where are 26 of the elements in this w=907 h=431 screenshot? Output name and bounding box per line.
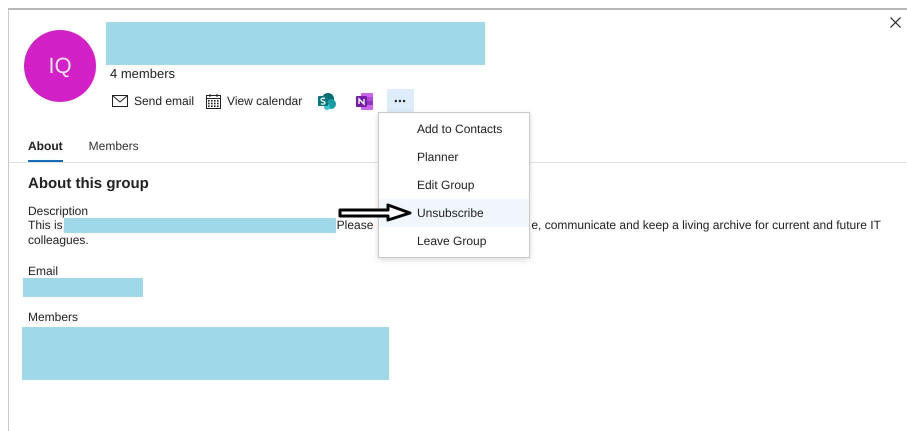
description-text: This is: [28, 218, 63, 233]
envelope-icon: [112, 95, 128, 107]
description-text: Please: [336, 218, 374, 233]
menu-item[interactable]: Unsubscribe: [379, 199, 529, 227]
description-text: e, communicate and keep a living archive for current and future IT: [531, 218, 881, 233]
circles-icon: [318, 92, 336, 110]
close-button[interactable]: [889, 16, 902, 29]
more-button[interactable]: •••: [387, 89, 414, 113]
member-count: 4 members: [110, 66, 176, 81]
tab[interactable]: Members: [88, 134, 139, 162]
tab[interactable]: About: [28, 134, 63, 162]
menu-item[interactable]: Leave Group: [379, 227, 529, 255]
menu-item[interactable]: Edit Group: [379, 171, 529, 199]
calendar-icon: [206, 94, 222, 108]
description-text: colleagues.: [28, 233, 89, 248]
menu-item[interactable]: Add to Contacts: [379, 115, 529, 143]
send-email-button[interactable]: Send email: [110, 89, 196, 113]
field-label: Email: [28, 264, 58, 278]
field-label: Members: [28, 310, 78, 324]
group-avatar: IQ: [24, 30, 96, 102]
menu-item[interactable]: Planner: [379, 143, 529, 171]
field-label: Description: [28, 204, 88, 218]
notebook-icon: [356, 92, 374, 110]
section-heading: About this group: [28, 175, 149, 192]
view-calendar-button[interactable]: View calendar: [204, 89, 304, 113]
close-icon: [890, 17, 901, 28]
